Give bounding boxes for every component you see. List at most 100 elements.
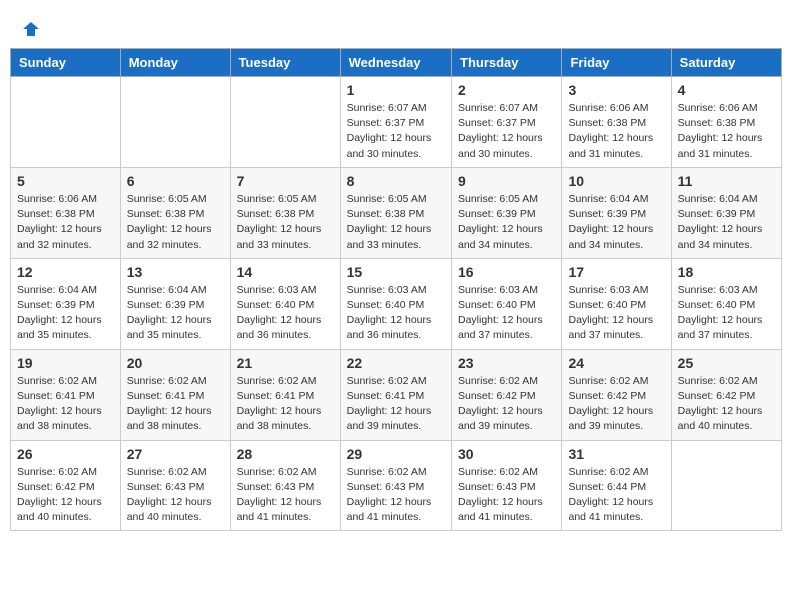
day-info: Sunrise: 6:02 AM Sunset: 6:44 PM Dayligh…	[568, 465, 664, 526]
calendar-week-row: 1 Sunrise: 6:07 AM Sunset: 6:37 PM Daylig…	[11, 77, 782, 168]
day-info: Sunrise: 6:04 AM Sunset: 6:39 PM Dayligh…	[17, 283, 114, 344]
day-info: Sunrise: 6:06 AM Sunset: 6:38 PM Dayligh…	[568, 101, 664, 162]
day-info: Sunrise: 6:05 AM Sunset: 6:39 PM Dayligh…	[458, 192, 555, 253]
day-number: 12	[17, 264, 114, 280]
day-number: 26	[17, 446, 114, 462]
day-number: 29	[347, 446, 445, 462]
day-number: 18	[678, 264, 775, 280]
day-number: 21	[237, 355, 334, 371]
calendar-week-row: 12 Sunrise: 6:04 AM Sunset: 6:39 PM Dayli…	[11, 258, 782, 349]
calendar-cell: 22 Sunrise: 6:02 AM Sunset: 6:41 PM Dayli…	[340, 349, 451, 440]
calendar-cell: 13 Sunrise: 6:04 AM Sunset: 6:39 PM Dayli…	[120, 258, 230, 349]
calendar-cell: 15 Sunrise: 6:03 AM Sunset: 6:40 PM Dayli…	[340, 258, 451, 349]
day-info: Sunrise: 6:02 AM Sunset: 6:41 PM Dayligh…	[347, 374, 445, 435]
day-info: Sunrise: 6:04 AM Sunset: 6:39 PM Dayligh…	[678, 192, 775, 253]
day-number: 6	[127, 173, 224, 189]
calendar-cell: 1 Sunrise: 6:07 AM Sunset: 6:37 PM Daylig…	[340, 77, 451, 168]
calendar-week-row: 5 Sunrise: 6:06 AM Sunset: 6:38 PM Daylig…	[11, 167, 782, 258]
calendar-cell: 5 Sunrise: 6:06 AM Sunset: 6:38 PM Daylig…	[11, 167, 121, 258]
day-info: Sunrise: 6:02 AM Sunset: 6:43 PM Dayligh…	[458, 465, 555, 526]
day-number: 2	[458, 82, 555, 98]
day-info: Sunrise: 6:03 AM Sunset: 6:40 PM Dayligh…	[458, 283, 555, 344]
day-info: Sunrise: 6:04 AM Sunset: 6:39 PM Dayligh…	[568, 192, 664, 253]
calendar-table: SundayMondayTuesdayWednesdayThursdayFrid…	[10, 48, 782, 531]
day-info: Sunrise: 6:03 AM Sunset: 6:40 PM Dayligh…	[678, 283, 775, 344]
day-info: Sunrise: 6:06 AM Sunset: 6:38 PM Dayligh…	[678, 101, 775, 162]
calendar-cell: 4 Sunrise: 6:06 AM Sunset: 6:38 PM Daylig…	[671, 77, 781, 168]
calendar-cell: 29 Sunrise: 6:02 AM Sunset: 6:43 PM Dayli…	[340, 440, 451, 531]
day-number: 5	[17, 173, 114, 189]
calendar-cell: 20Sunrise: 6:02 AM Sunset: 6:41 PM Dayli…	[120, 349, 230, 440]
day-number: 19	[17, 355, 114, 371]
day-number: 1	[347, 82, 445, 98]
calendar-week-row: 19 Sunrise: 6:02 AM Sunset: 6:41 PM Dayli…	[11, 349, 782, 440]
calendar-cell: 31 Sunrise: 6:02 AM Sunset: 6:44 PM Dayli…	[562, 440, 671, 531]
day-info: Sunrise: 6:02 AM Sunset: 6:41 PM Dayligh…	[17, 374, 114, 435]
day-number: 25	[678, 355, 775, 371]
day-number: 8	[347, 173, 445, 189]
day-number: 22	[347, 355, 445, 371]
day-number: 14	[237, 264, 334, 280]
day-number: 30	[458, 446, 555, 462]
day-number: 24	[568, 355, 664, 371]
calendar-cell: 3 Sunrise: 6:06 AM Sunset: 6:38 PM Daylig…	[562, 77, 671, 168]
calendar-cell: 25 Sunrise: 6:02 AM Sunset: 6:42 PM Dayli…	[671, 349, 781, 440]
day-number: 13	[127, 264, 224, 280]
day-info: Sunrise: 6:04 AM Sunset: 6:39 PM Dayligh…	[127, 283, 224, 344]
day-number: 3	[568, 82, 664, 98]
day-info: Sunrise: 6:07 AM Sunset: 6:37 PM Dayligh…	[347, 101, 445, 162]
day-of-week-header: Wednesday	[340, 49, 451, 77]
calendar-cell: 16Sunrise: 6:03 AM Sunset: 6:40 PM Dayli…	[452, 258, 562, 349]
day-info: Sunrise: 6:02 AM Sunset: 6:43 PM Dayligh…	[237, 465, 334, 526]
day-of-week-header: Saturday	[671, 49, 781, 77]
day-info: Sunrise: 6:02 AM Sunset: 6:42 PM Dayligh…	[678, 374, 775, 435]
day-info: Sunrise: 6:02 AM Sunset: 6:42 PM Dayligh…	[458, 374, 555, 435]
day-info: Sunrise: 6:02 AM Sunset: 6:43 PM Dayligh…	[347, 465, 445, 526]
day-of-week-header: Tuesday	[230, 49, 340, 77]
calendar-cell: 17 Sunrise: 6:03 AM Sunset: 6:40 PM Dayli…	[562, 258, 671, 349]
logo-icon	[22, 20, 40, 38]
day-info: Sunrise: 6:05 AM Sunset: 6:38 PM Dayligh…	[237, 192, 334, 253]
day-number: 9	[458, 173, 555, 189]
day-of-week-header: Thursday	[452, 49, 562, 77]
calendar-cell: 14 Sunrise: 6:03 AM Sunset: 6:40 PM Dayli…	[230, 258, 340, 349]
calendar-cell: 24 Sunrise: 6:02 AM Sunset: 6:42 PM Dayli…	[562, 349, 671, 440]
day-number: 4	[678, 82, 775, 98]
day-info: Sunrise: 6:02 AM Sunset: 6:43 PM Dayligh…	[127, 465, 224, 526]
calendar-header-row: SundayMondayTuesdayWednesdayThursdayFrid…	[11, 49, 782, 77]
page-header	[10, 10, 782, 43]
day-number: 31	[568, 446, 664, 462]
calendar-cell	[11, 77, 121, 168]
calendar-cell: 11Sunrise: 6:04 AM Sunset: 6:39 PM Dayli…	[671, 167, 781, 258]
calendar-cell: 19 Sunrise: 6:02 AM Sunset: 6:41 PM Dayli…	[11, 349, 121, 440]
day-of-week-header: Monday	[120, 49, 230, 77]
day-of-week-header: Friday	[562, 49, 671, 77]
day-info: Sunrise: 6:06 AM Sunset: 6:38 PM Dayligh…	[17, 192, 114, 253]
day-info: Sunrise: 6:02 AM Sunset: 6:41 PM Dayligh…	[237, 374, 334, 435]
day-number: 17	[568, 264, 664, 280]
day-info: Sunrise: 6:07 AM Sunset: 6:37 PM Dayligh…	[458, 101, 555, 162]
day-number: 10	[568, 173, 664, 189]
day-info: Sunrise: 6:02 AM Sunset: 6:42 PM Dayligh…	[568, 374, 664, 435]
day-info: Sunrise: 6:03 AM Sunset: 6:40 PM Dayligh…	[237, 283, 334, 344]
calendar-cell	[230, 77, 340, 168]
calendar-cell: 30 Sunrise: 6:02 AM Sunset: 6:43 PM Dayli…	[452, 440, 562, 531]
calendar-cell: 21 Sunrise: 6:02 AM Sunset: 6:41 PM Dayli…	[230, 349, 340, 440]
calendar-cell	[671, 440, 781, 531]
calendar-cell: 10 Sunrise: 6:04 AM Sunset: 6:39 PM Dayli…	[562, 167, 671, 258]
calendar-cell: 7 Sunrise: 6:05 AM Sunset: 6:38 PM Daylig…	[230, 167, 340, 258]
calendar-week-row: 26 Sunrise: 6:02 AM Sunset: 6:42 PM Dayli…	[11, 440, 782, 531]
day-number: 15	[347, 264, 445, 280]
day-number: 7	[237, 173, 334, 189]
calendar-cell: 18 Sunrise: 6:03 AM Sunset: 6:40 PM Dayli…	[671, 258, 781, 349]
day-info: Sunrise: 6:03 AM Sunset: 6:40 PM Dayligh…	[347, 283, 445, 344]
calendar-cell: 27 Sunrise: 6:02 AM Sunset: 6:43 PM Dayli…	[120, 440, 230, 531]
day-number: 27	[127, 446, 224, 462]
day-info: Sunrise: 6:03 AM Sunset: 6:40 PM Dayligh…	[568, 283, 664, 344]
day-info: Sunrise: 6:02 AM Sunset: 6:42 PM Dayligh…	[17, 465, 114, 526]
calendar-cell: 9 Sunrise: 6:05 AM Sunset: 6:39 PM Daylig…	[452, 167, 562, 258]
day-number: 20	[127, 355, 224, 371]
day-number: 28	[237, 446, 334, 462]
calendar-cell: 6Sunrise: 6:05 AM Sunset: 6:38 PM Daylig…	[120, 167, 230, 258]
calendar-cell: 8Sunrise: 6:05 AM Sunset: 6:38 PM Daylig…	[340, 167, 451, 258]
